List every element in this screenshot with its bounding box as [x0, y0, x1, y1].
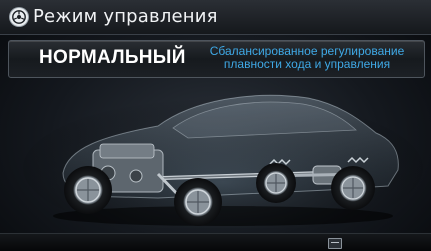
page-title: Режим управления	[33, 6, 218, 27]
drive-mode-screen: Режим управления НОРМАЛЬНЫЙ Сбалансирова…	[0, 0, 431, 251]
drive-mode-icon	[10, 8, 28, 26]
title-bar: Режим управления	[0, 0, 431, 35]
car-chassis-illustration	[23, 94, 423, 228]
bottom-bar	[0, 233, 431, 251]
menu-icon[interactable]	[328, 238, 342, 249]
mode-name: НОРМАЛЬНЫЙ	[39, 47, 186, 68]
mode-panel: НОРМАЛЬНЫЙ Сбалансированное регулировани…	[8, 40, 425, 78]
mode-description: Сбалансированное регулирование плавности…	[209, 44, 405, 71]
